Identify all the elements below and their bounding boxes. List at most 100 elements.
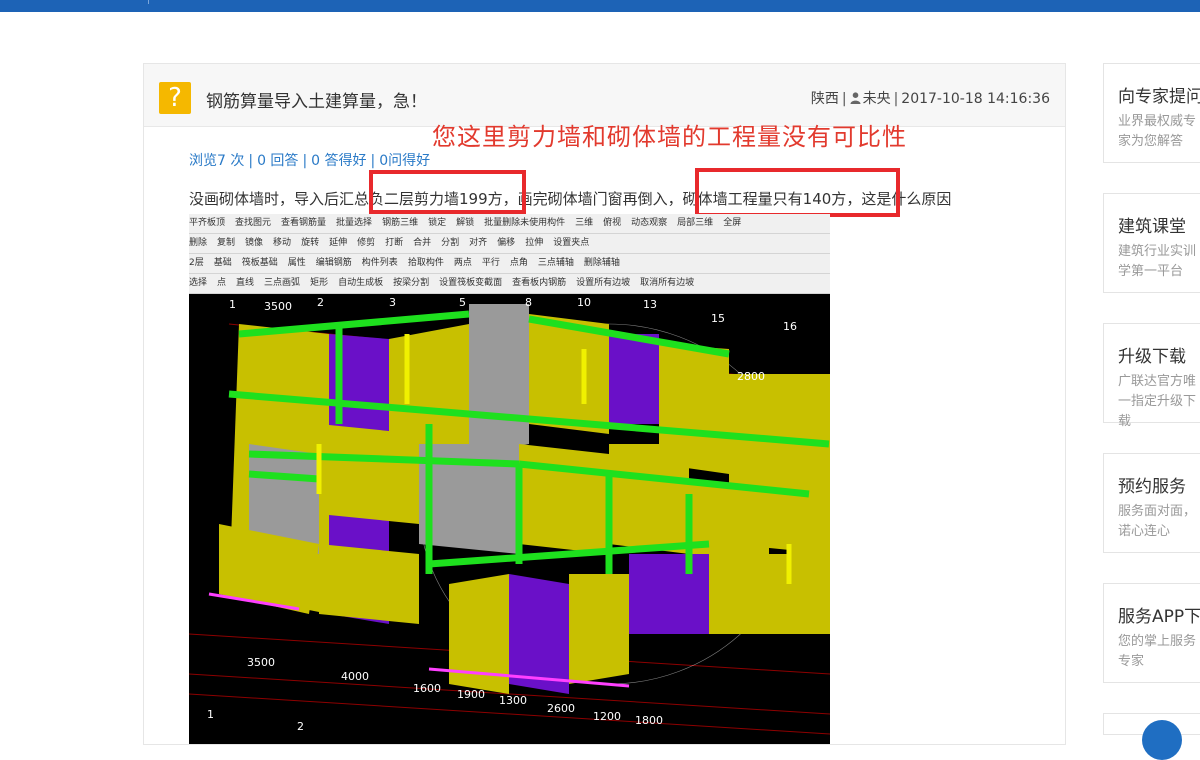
region-label[interactable]: 陕西 [811,91,839,107]
software-tool-item[interactable]: 旋转 [301,238,319,248]
sidebar-card-classroom[interactable]: 建筑课堂 建筑行业实训学第一平台 [1103,193,1200,293]
software-tool-item[interactable]: 取消所有边坡 [640,278,694,288]
question-meta: 陕西 | 未央 | 2017-10-18 14:16:36 [810,91,1050,108]
software-tool-item[interactable]: 局部三维 [677,218,713,228]
question-card: ? 钢筋算量导入土建算量，急！ 陕西 | 未央 | 2017-10-18 14:16:3… [143,63,1066,745]
sidebar-card-app-download[interactable]: 服务APP下载 您的掌上服务专家 [1103,583,1200,683]
software-tool-item[interactable]: 镜像 [245,238,263,248]
software-toolbar-1: 平齐板顶 查找图元 查看钢筋量 批量选择 钢筋三维 锁定 解锁 批量删除未使用构件 三维 俯视 动态… [189,214,830,234]
good-questions-count: 0问得好 [379,153,431,169]
software-tool-item[interactable]: 复制 [217,238,235,248]
axis-label: 3500 [247,656,275,669]
axis-label: 5 [459,296,466,309]
sidebar-card-upgrade[interactable]: 升级下载 广联达官方唯一指定升级下载 [1103,323,1200,429]
software-tool-item[interactable]: 设置夹点 [553,238,589,248]
axis-label: 1 [229,298,236,311]
software-tool-item[interactable]: 平行 [482,258,500,268]
body-text-c: ，画完砌体墙门窗再倒入 [502,190,668,208]
software-tool-item[interactable]: 删除辅轴 [584,258,620,268]
sidebar-title: 升级下载 [1118,347,1186,367]
software-tool-item[interactable]: 查看板内钢筋 [512,278,566,288]
software-tool-item[interactable]: 构件列表 [362,258,398,268]
software-tool-item[interactable]: 对齐 [469,238,487,248]
body-text-a: 没画砌体墙时，导入后汇 [189,190,355,208]
software-tool-item[interactable]: 自动生成板 [338,278,383,288]
software-tool-item[interactable]: 三点辅轴 [538,258,574,268]
author-name[interactable]: 未央 [863,91,891,107]
axis-label: 1300 [499,694,527,707]
axis-label: 13 [643,298,657,311]
software-tool-item[interactable]: 矩形 [310,278,328,288]
software-tool-item[interactable]: 批量删除未使用构件 [484,218,565,228]
software-tool-item[interactable]: 删除 [189,238,207,248]
software-tool-item[interactable]: 全屏 [723,218,741,228]
highlight-box-shear-wall [369,170,526,214]
software-tool-item[interactable]: 打断 [385,238,403,248]
axis-label: 3500 [264,300,292,313]
software-tool-item[interactable]: 延伸 [329,238,347,248]
axis-label: 4000 [341,670,369,683]
software-tool-item[interactable]: 点 [217,278,226,288]
software-tool-item[interactable]: 修剪 [357,238,375,248]
axis-label: 2 [317,296,324,309]
service-logo-icon [1142,720,1182,760]
software-tool-item[interactable]: 俯视 [603,218,621,228]
software-tool-item[interactable]: 设置筏板变截面 [439,278,502,288]
software-tool-item[interactable]: 选择 [189,278,207,288]
software-tool-item[interactable]: 拾取构件 [408,258,444,268]
software-tool-item[interactable]: 属性 [288,258,306,268]
software-toolbar-2: 删除 复制 镜像 移动 旋转 延伸 修剪 打断 合并 分割 对齐 偏移 拉伸 设置夹点 [189,234,830,254]
software-toolbar-4: 选择点直线 三点画弧 矩形 自动生成板 按梁分割 设置筏板变截面 查看板内钢筋 设置所有边坡取… [189,274,830,294]
axis-label: 8 [525,296,532,309]
software-tool-item[interactable]: 动态观察 [631,218,667,228]
software-tool-item[interactable]: 按梁分割 [393,278,429,288]
axis-label: 1 [207,708,214,721]
software-tool-item[interactable]: 三维 [575,218,593,228]
software-tool-item[interactable]: 三点画弧 [264,278,300,288]
sidebar-card-appointment[interactable]: 预约服务 服务面对面，诺心连心 [1103,453,1200,553]
software-tool-item[interactable]: 分割 [441,238,459,248]
sidebar-card-ask-expert[interactable]: 向专家提问 业界最权威专家为您解答 [1103,63,1200,163]
sidebar-card-partial [1103,713,1200,760]
sidebar-title: 服务APP下载 [1118,607,1200,627]
software-tool-item[interactable]: 偏移 [497,238,515,248]
software-tool-item[interactable]: 查看钢筋量 [281,218,326,228]
software-tool-item[interactable]: 查找图元 [235,218,271,228]
software-tool-item[interactable]: 2层 [189,258,204,268]
axis-label: 16 [783,320,797,333]
sidebar-desc: 服务面对面，诺心连心 [1118,504,1197,539]
software-tool-item[interactable]: 拉伸 [525,238,543,248]
software-screenshot[interactable]: 平齐板顶 查找图元 查看钢筋量 批量选择 钢筋三维 锁定 解锁 批量删除未使用构件 三维 俯视 动态… [189,214,830,744]
software-tool-item[interactable]: 点角 [510,258,528,268]
good-answers-count: 0 答得好 [311,153,367,169]
axis-label: 2 [297,720,304,733]
annotation-title: 您这里剪力墙和砌体墙的工程量没有可比性 [432,123,907,151]
software-tool-item[interactable]: 筏板基础 [242,258,278,268]
software-tool-item[interactable]: 直线 [236,278,254,288]
axis-label: 15 [711,312,725,325]
software-tool-item[interactable]: 锁定 [428,218,446,228]
software-tool-item[interactable]: 钢筋三维 [382,218,418,228]
software-tool-item[interactable]: 设置所有边坡 [576,278,630,288]
sidebar-title: 预约服务 [1118,477,1186,497]
axis-label: 1800 [635,714,663,727]
software-tool-item[interactable]: 编辑钢筋 [316,258,352,268]
nav-divider [148,0,149,4]
software-tool-item[interactable]: 两点 [454,258,472,268]
axis-label: 10 [577,296,591,309]
user-icon [850,92,861,108]
software-tool-item[interactable]: 移动 [273,238,291,248]
software-tool-item[interactable]: 解锁 [456,218,474,228]
3d-model-render: 1 3500 2 3 5 8 10 13 15 16 2800 3500 4000 1600 1900 13… [189,296,830,735]
question-title[interactable]: 钢筋算量导入土建算量，急！ [206,87,427,112]
answers-count[interactable]: 0 回答 [257,153,298,169]
question-stats: 浏览7 次 | 0 回答 | 0 答得好 | 0问得好 [189,153,431,169]
highlight-box-masonry-wall [695,168,900,217]
software-tool-item[interactable]: 平齐板顶 [189,218,225,228]
software-tool-item[interactable]: 基础 [214,258,232,268]
software-tool-item[interactable]: 批量选择 [336,218,372,228]
axis-label: 1200 [593,710,621,723]
software-tool-item[interactable]: 合并 [413,238,431,248]
sidebar-desc: 业界最权威专家为您解答 [1118,114,1197,149]
software-toolbar-3: 2层 基础 筏板基础 属性 编辑钢筋 构件列表 拾取构件 两点 平行 点角 三点辅轴 删除辅轴 [189,254,830,274]
